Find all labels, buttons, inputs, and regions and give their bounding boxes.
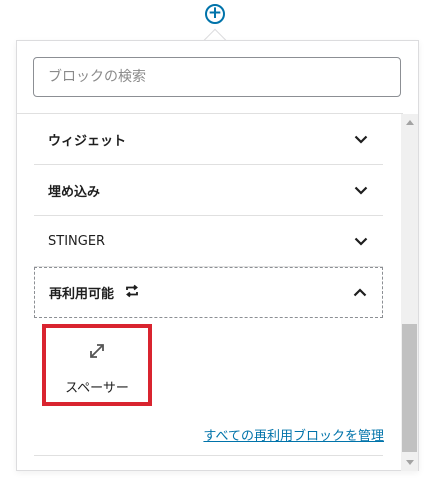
panel-embeds[interactable]: 埋め込み <box>34 165 383 216</box>
scroll-down-arrow-icon[interactable] <box>401 454 418 471</box>
panel-label: STINGER <box>48 233 106 249</box>
panel-label: 再利用可能 <box>49 287 115 302</box>
chevron-down-icon <box>353 182 369 198</box>
block-item-label: スペーサー <box>65 381 129 396</box>
chevron-down-icon <box>353 233 369 249</box>
manage-reusable-blocks-link[interactable]: すべての再利用ブロックを管理 <box>203 425 384 444</box>
panel-widgets[interactable]: ウィジェット <box>34 114 383 165</box>
panel-stinger[interactable]: STINGER <box>34 216 383 267</box>
scroll-thumb[interactable] <box>402 324 417 452</box>
block-search-input[interactable] <box>33 57 401 97</box>
panel-label: ウィジェット <box>48 133 127 149</box>
search-wrapper <box>33 57 401 97</box>
panel-reusable[interactable]: 再利用可能 <box>34 267 383 318</box>
panel-label: 埋め込み <box>48 184 101 200</box>
block-item-spacer[interactable]: スペーサー <box>42 324 152 406</box>
chevron-up-icon <box>352 285 368 301</box>
plus-icon: + <box>207 3 223 23</box>
add-block-button[interactable]: + <box>205 4 225 24</box>
chevron-down-icon <box>353 131 369 147</box>
divider <box>34 455 383 456</box>
reusable-icon <box>124 284 140 302</box>
block-inserter-popover: ウィジェット 埋め込み STINGER 再利用可能 <box>16 40 419 471</box>
panel-label-group: 再利用可能 <box>49 283 140 302</box>
scrollbar[interactable] <box>401 114 418 471</box>
scroll-up-arrow-icon[interactable] <box>401 114 418 131</box>
resize-arrows-icon <box>85 339 109 363</box>
